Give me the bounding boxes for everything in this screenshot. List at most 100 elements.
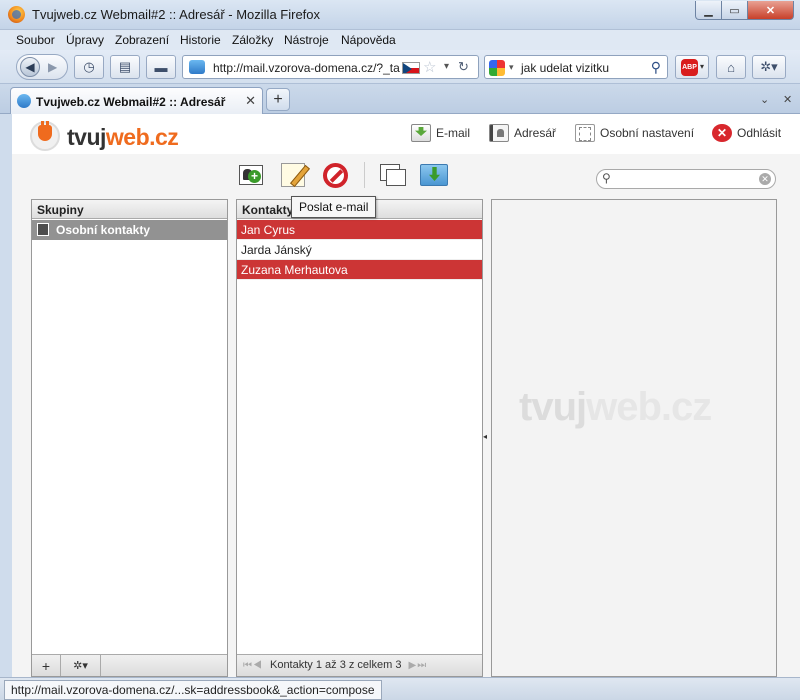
contact-name: Jarda Jánský <box>241 243 312 257</box>
splitter-handle-icon[interactable]: ◂ <box>483 432 487 441</box>
menu-napoveda[interactable]: Nápověda <box>341 33 396 47</box>
group-item-personal[interactable]: Osobní kontakty <box>32 220 227 240</box>
contact-search[interactable]: ⚲ ✕ <box>596 169 776 189</box>
window-controls: ▁ ▭ ✕ <box>695 1 794 20</box>
import-icon <box>380 164 406 186</box>
clear-search-icon[interactable]: ✕ <box>759 173 771 185</box>
menu-bar: Soubor Úpravy Zobrazení Historie Záložky… <box>0 30 800 50</box>
back-forward-group: ◀ ▶ <box>16 54 68 80</box>
reload-icon[interactable]: ↻ <box>458 59 469 75</box>
groups-footer: + ✲▾ <box>32 654 227 676</box>
chat-bubble-icon[interactable]: ▬ <box>146 55 176 79</box>
navigation-toolbar: ◀ ▶ ◷ ▤ ▬ http://mail.vzorova-domena.cz/… <box>0 50 800 84</box>
watermark-part2: web.cz <box>586 385 712 429</box>
preview-panel <box>491 199 777 677</box>
history-dropdown-icon[interactable]: ▾ <box>444 61 449 72</box>
addressbook-small-icon <box>37 223 49 236</box>
group-options-button[interactable]: ✲▾ <box>61 655 101 676</box>
address-input[interactable]: http://mail.vzorova-domena.cz/?_task=add… <box>213 61 400 75</box>
export-contacts-button[interactable] <box>419 160 449 190</box>
tab-bar: Tvujweb.cz Webmail#2 :: Adresář ✕ + ⌄ ✕ <box>0 84 800 114</box>
site-identity-icon[interactable] <box>189 60 205 74</box>
brand-logo-part1: tvuj <box>67 124 106 150</box>
contacts-pager: ⏮◀ Kontakty 1 až 3 z celkem 3 ▶⏭ <box>237 654 482 676</box>
status-bar: http://mail.vzorova-domena.cz/...sk=addr… <box>0 677 800 700</box>
add-contact-icon: + <box>239 165 263 185</box>
adblock-dropdown-icon[interactable]: ▾ <box>700 62 704 71</box>
contact-name: Zuzana Merhautova <box>241 263 348 277</box>
adblock-button[interactable]: ABP ▾ <box>675 55 709 79</box>
tab-favicon-icon <box>17 94 31 108</box>
tab-webmail[interactable]: Tvujweb.cz Webmail#2 :: Adresář ✕ <box>10 87 263 114</box>
back-arrow-icon[interactable]: ◀ <box>20 57 40 77</box>
compose-pencil-icon <box>281 163 305 187</box>
email-icon <box>411 124 431 142</box>
firefox-icon[interactable] <box>8 6 25 23</box>
contact-search-input[interactable] <box>617 172 757 186</box>
close-window-tab-icon[interactable]: ✕ <box>783 93 792 106</box>
czech-flag-icon <box>402 62 420 74</box>
settings-icon <box>575 124 595 142</box>
window-titlebar: Tvujweb.cz Webmail#2 :: Adresář - Mozill… <box>0 0 800 30</box>
brand-logo[interactable]: tvujweb.cz <box>67 124 179 151</box>
menu-upravy[interactable]: Úpravy <box>66 33 104 47</box>
addressbook-icon <box>489 124 509 142</box>
contact-row[interactable]: Jan Cyrus <box>237 220 482 240</box>
nav-addressbook[interactable]: Adresář <box>489 122 556 144</box>
logout-icon: ✕ <box>712 124 732 142</box>
toolbar-separator <box>364 162 365 188</box>
nav-logout-label: Odhlásit <box>737 126 782 140</box>
maximize-button[interactable]: ▭ <box>722 1 748 20</box>
pager-next-icons[interactable]: ▶⏭ <box>409 660 428 671</box>
minimize-button[interactable]: ▁ <box>695 1 722 20</box>
web-search-box[interactable]: ▾ jak udelat vizitku ⚲ <box>484 55 668 79</box>
google-icon[interactable] <box>489 60 505 76</box>
brand-logo-icon[interactable] <box>30 121 60 151</box>
history-clock-icon[interactable]: ◷ <box>74 55 104 79</box>
nav-email-label: E-mail <box>436 126 471 140</box>
watermark-part1: tvuj <box>519 385 587 429</box>
web-search-input[interactable]: jak udelat vizitku <box>521 61 609 75</box>
import-contacts-button[interactable] <box>378 160 408 190</box>
adblock-icon: ABP <box>681 59 698 76</box>
add-group-button[interactable]: + <box>32 655 61 676</box>
nav-addressbook-label: Adresář <box>514 126 557 140</box>
close-window-button[interactable]: ✕ <box>748 1 794 20</box>
groups-header: Skupiny <box>32 200 227 219</box>
tab-list-icon[interactable]: ⌄ <box>760 93 769 106</box>
contact-name: Jan Cyrus <box>241 223 296 237</box>
contact-row[interactable]: Jarda Jánský <box>237 240 482 260</box>
compose-email-button[interactable] <box>278 160 308 190</box>
nav-email[interactable]: E-mail <box>411 122 470 144</box>
menu-nastroje[interactable]: Nástroje <box>284 33 329 47</box>
contact-row[interactable]: Zuzana Merhautova <box>237 260 482 280</box>
brand-logo-part2: web.cz <box>105 124 179 150</box>
new-tab-button[interactable]: + <box>266 88 290 111</box>
forward-arrow-icon[interactable]: ▶ <box>48 60 57 74</box>
search-icon[interactable]: ⚲ <box>602 171 611 185</box>
menu-soubor[interactable]: Soubor <box>16 33 55 47</box>
close-tab-icon[interactable]: ✕ <box>245 93 256 109</box>
bookmark-star-icon[interactable]: ☆ <box>423 58 436 76</box>
pager-prev-icons[interactable]: ⏮◀ <box>243 660 263 671</box>
menu-zobrazeni[interactable]: Zobrazení <box>115 33 169 47</box>
delete-icon <box>322 162 348 188</box>
window-title: Tvujweb.cz Webmail#2 :: Adresář - Mozill… <box>32 7 321 22</box>
delete-contact-button[interactable] <box>320 160 350 190</box>
menu-historie[interactable]: Historie <box>180 33 221 47</box>
tooltip: Poslat e-mail <box>291 196 377 218</box>
export-icon <box>420 164 448 186</box>
nav-logout[interactable]: ✕ Odhlásit <box>712 122 781 144</box>
search-icon[interactable]: ⚲ <box>651 59 661 76</box>
tab-label: Tvujweb.cz Webmail#2 :: Adresář <box>36 95 226 109</box>
menu-zalozky[interactable]: Záložky <box>232 33 273 47</box>
address-bar[interactable]: http://mail.vzorova-domena.cz/?_task=add… <box>182 55 479 79</box>
nav-settings[interactable]: Osobní nastavení <box>575 122 694 144</box>
search-engine-dropdown-icon[interactable]: ▾ <box>509 62 514 73</box>
print-icon[interactable]: ▤ <box>110 55 140 79</box>
home-icon[interactable]: ⌂ <box>716 55 746 79</box>
add-contact-button[interactable]: + <box>236 160 266 190</box>
addon-menu-icon[interactable]: ✲▾ <box>752 55 786 79</box>
pager-info: Kontakty 1 až 3 z celkem 3 <box>269 659 402 671</box>
groups-panel: Skupiny Osobní kontakty + ✲▾ <box>31 199 228 677</box>
